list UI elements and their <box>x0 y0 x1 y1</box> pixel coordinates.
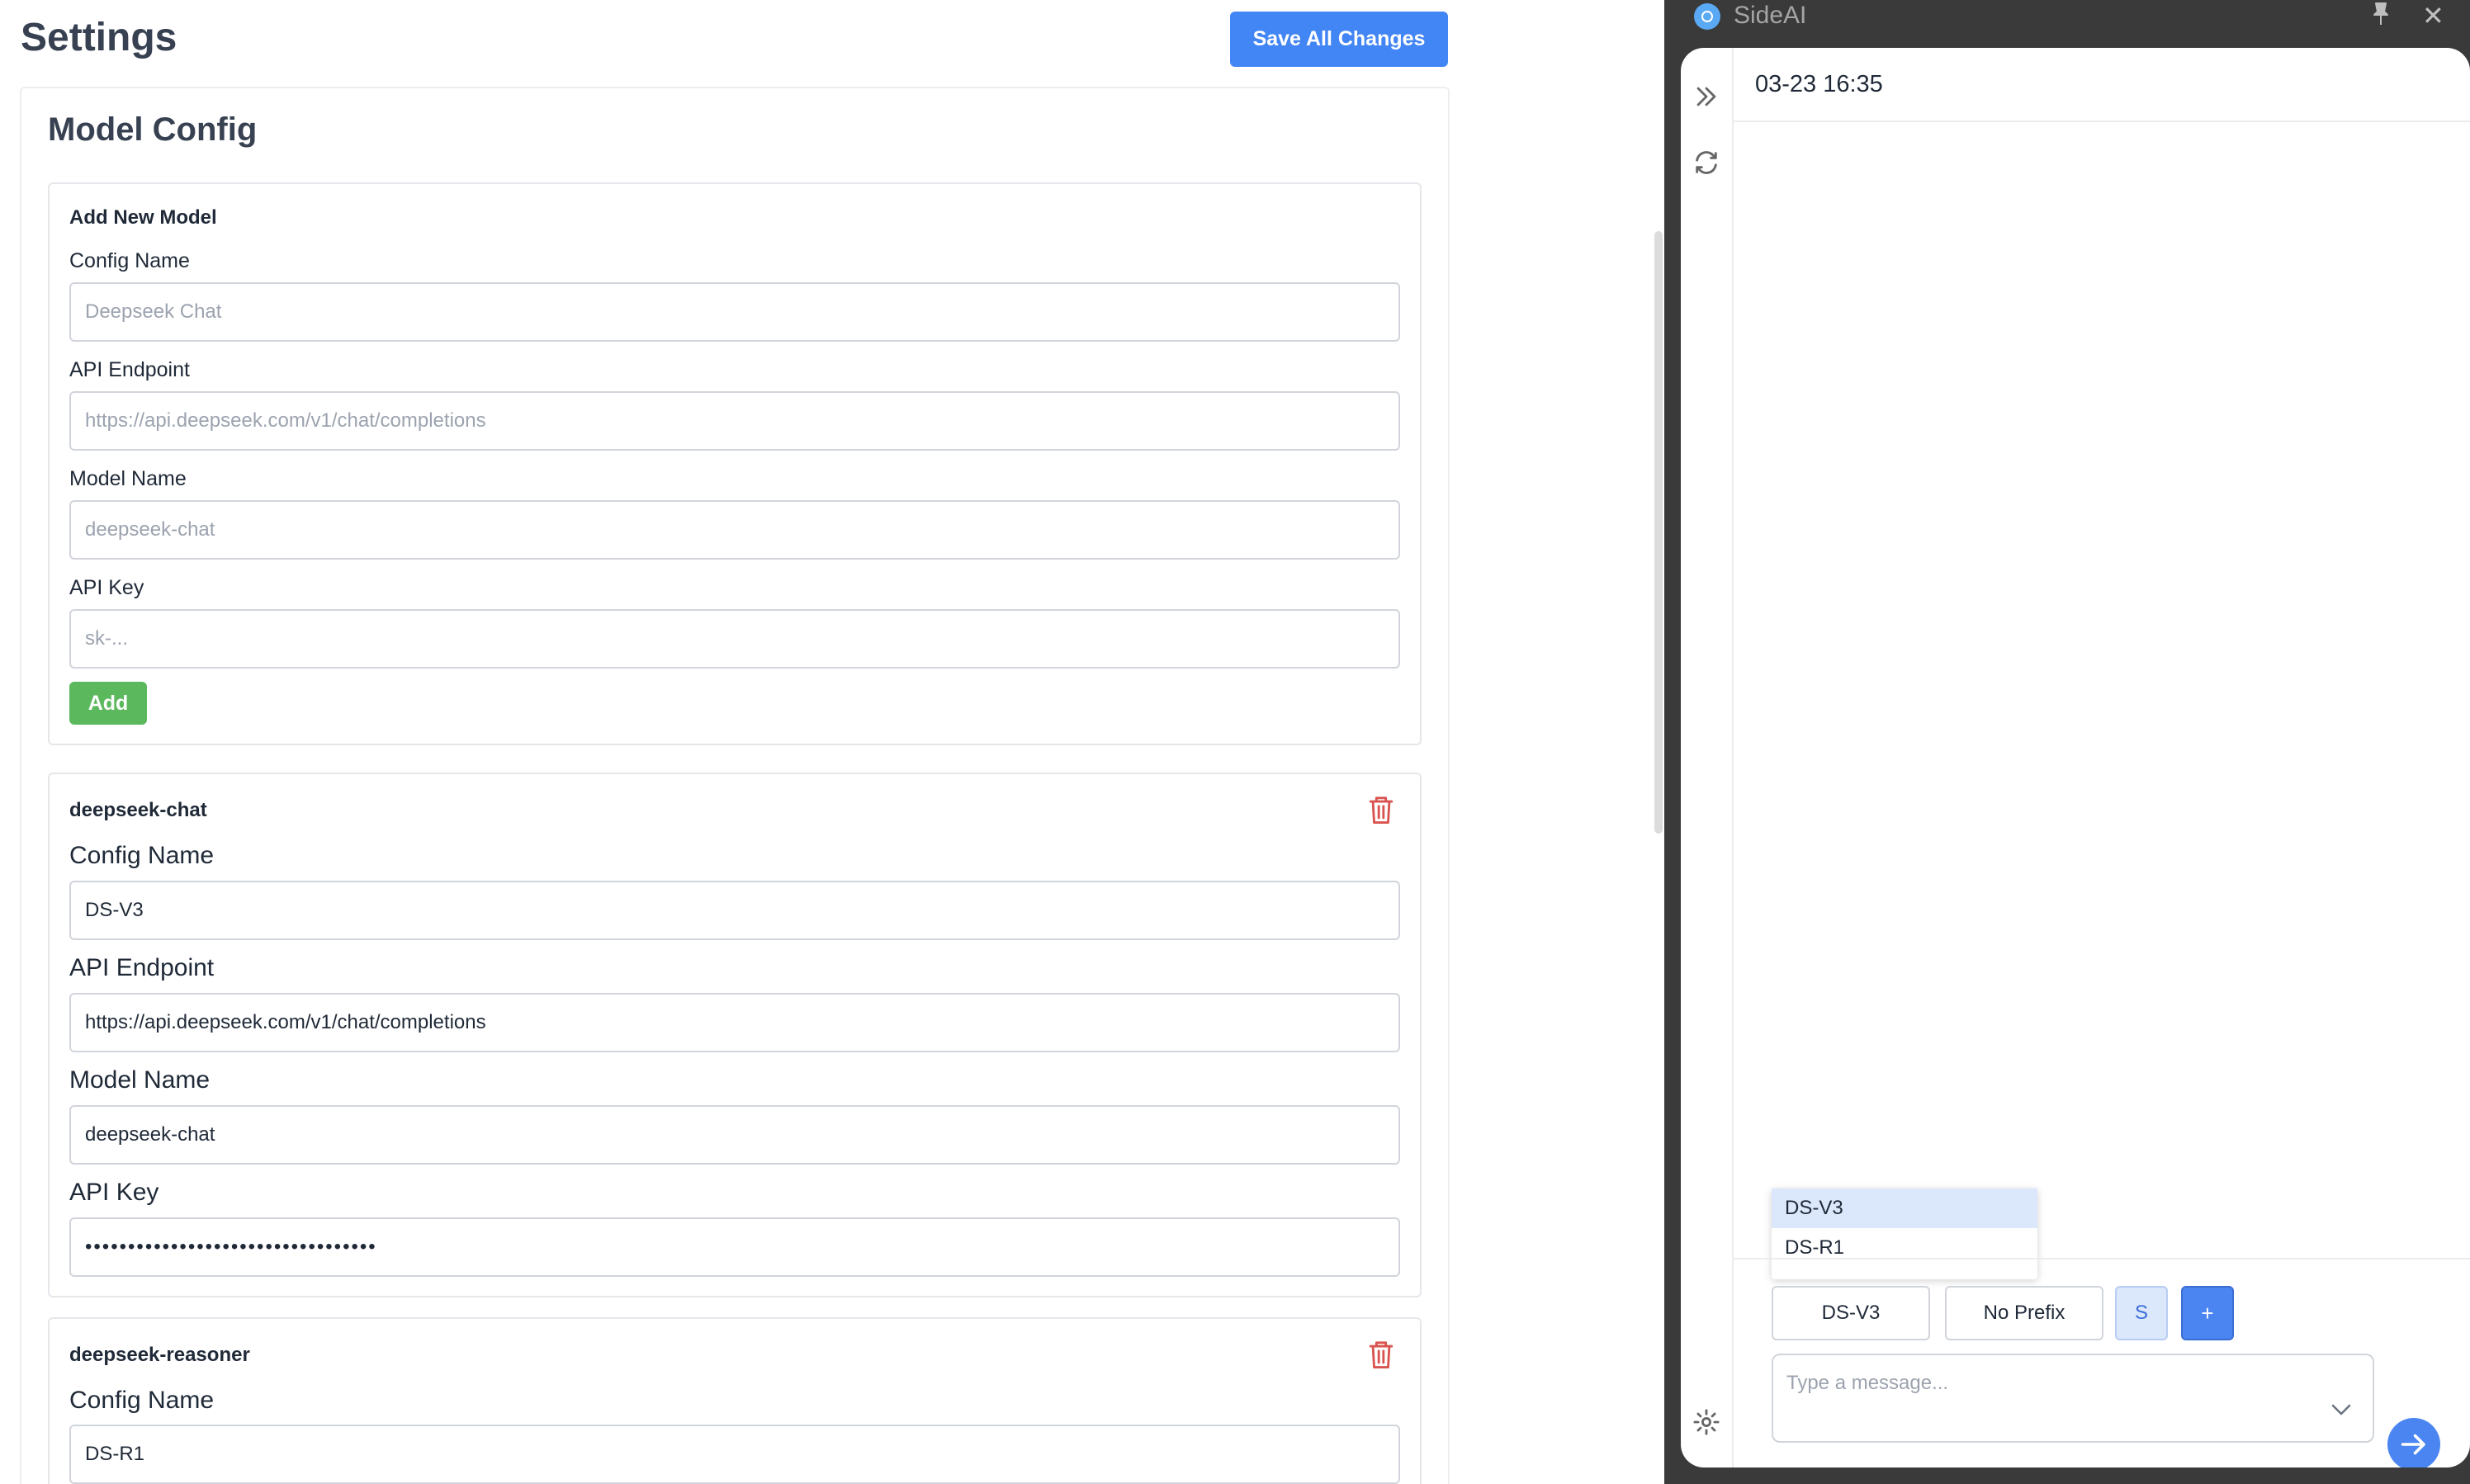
pin-icon[interactable] <box>2371 2 2391 26</box>
sideai-window: SideAI ✕ 03-23 16:35 DS-V3 DS-R1 DS-V3 N… <box>1664 0 2470 1484</box>
save-all-changes-button[interactable]: Save All Changes <box>1230 12 1448 67</box>
message-input[interactable] <box>1772 1354 2374 1443</box>
config-name-label: Config Name <box>69 249 190 272</box>
api-key-input[interactable] <box>69 1217 1400 1277</box>
config-name-input[interactable] <box>69 1425 1400 1484</box>
new-config-name-input[interactable] <box>69 282 1400 342</box>
api-key-label: API Key <box>69 576 144 599</box>
settings-page: Settings Save All Changes Model Config A… <box>0 0 1663 1484</box>
expand-sidebar-icon[interactable] <box>1692 83 1720 111</box>
model-select-button[interactable]: DS-V3 <box>1772 1286 1930 1340</box>
page-title: Settings <box>21 16 177 59</box>
model-card-title: deepseek-reasoner <box>69 1344 250 1366</box>
add-button[interactable]: + <box>2181 1286 2234 1340</box>
side-rail <box>1681 48 1734 1467</box>
chat-timestamp: 03-23 16:35 <box>1755 71 1883 97</box>
model-name-label: Model Name <box>69 1066 211 1094</box>
config-name-label: Config Name <box>69 842 215 869</box>
new-model-name-input[interactable] <box>69 500 1400 560</box>
model-option[interactable]: DS-V3 <box>1772 1189 2037 1228</box>
trash-icon[interactable] <box>1367 794 1395 825</box>
scrollbar[interactable] <box>1654 231 1663 834</box>
model-name-label: Model Name <box>69 467 187 490</box>
app-logo-icon <box>1694 3 1720 30</box>
section-title: Model Config <box>48 111 258 148</box>
add-model-button[interactable]: Add <box>69 682 147 725</box>
add-model-title: Add New Model <box>69 206 217 229</box>
config-name-label: Config Name <box>69 1387 215 1414</box>
new-api-endpoint-input[interactable] <box>69 391 1400 451</box>
chat-header: 03-23 16:35 <box>1734 48 2470 122</box>
settings-icon[interactable] <box>1692 1408 1720 1436</box>
trash-icon[interactable] <box>1367 1339 1395 1370</box>
model-option[interactable]: DS-R1 <box>1772 1228 2037 1268</box>
api-endpoint-label: API Endpoint <box>69 358 190 381</box>
close-icon[interactable]: ✕ <box>2422 0 2444 31</box>
send-button[interactable] <box>2387 1418 2440 1467</box>
title-bar: SideAI ✕ <box>1664 0 2470 46</box>
chat-frame: 03-23 16:35 DS-V3 DS-R1 DS-V3 No Prefix … <box>1681 48 2470 1467</box>
api-endpoint-input[interactable] <box>69 993 1400 1052</box>
model-card-title: deepseek-chat <box>69 799 207 821</box>
new-api-key-input[interactable] <box>69 609 1400 669</box>
config-name-input[interactable] <box>69 881 1400 940</box>
app-name: SideAI <box>1734 2 1807 29</box>
model-name-input[interactable] <box>69 1105 1400 1165</box>
chevron-down-icon[interactable] <box>2330 1401 2353 1418</box>
refresh-icon[interactable] <box>1692 149 1720 177</box>
send-arrow-icon <box>2401 1434 2425 1455</box>
api-key-label: API Key <box>69 1179 159 1206</box>
api-endpoint-label: API Endpoint <box>69 954 215 981</box>
prefix-select-button[interactable]: No Prefix <box>1945 1286 2103 1340</box>
model-dropdown-menu: DS-V3 DS-R1 <box>1772 1189 2037 1279</box>
divider <box>1734 1258 2470 1260</box>
s-toggle-button[interactable]: S <box>2115 1286 2168 1340</box>
